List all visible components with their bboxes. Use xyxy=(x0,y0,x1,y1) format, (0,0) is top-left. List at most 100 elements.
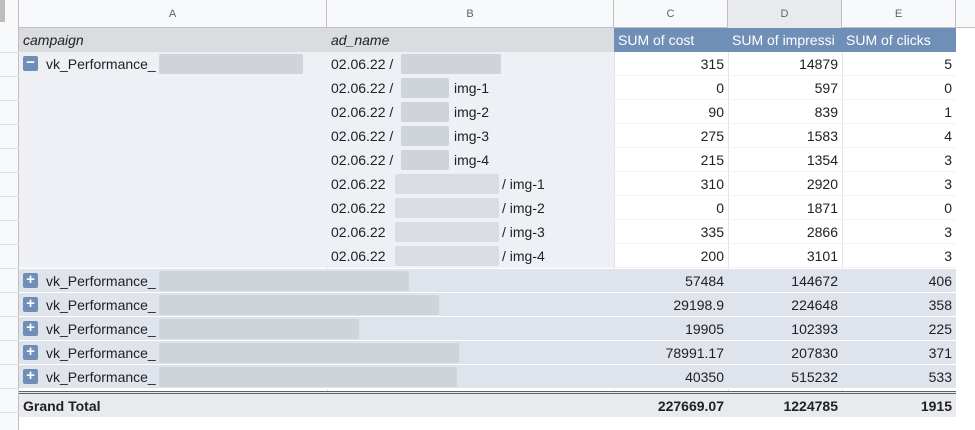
collapse-toggle-icon[interactable]: − xyxy=(23,55,38,71)
row-separator xyxy=(0,196,19,197)
impressions-cell[interactable]: 144672 xyxy=(728,269,842,293)
impressions-cell[interactable]: 1871 xyxy=(728,196,842,220)
redacted-text xyxy=(159,54,303,74)
column-header-a[interactable]: A xyxy=(19,0,327,28)
clicks-cell[interactable]: 0 xyxy=(842,196,956,220)
cost-cell[interactable]: 215 xyxy=(614,148,728,172)
impressions-cell[interactable]: 515232 xyxy=(728,365,842,389)
ad-name-cell[interactable]: 02.06.22 / img-3 xyxy=(327,124,614,148)
pivot-detail-row: 02.06.22 / img-1 310 2920 3 xyxy=(19,172,956,196)
campaign-cell[interactable] xyxy=(19,148,327,172)
expand-toggle-icon[interactable]: + xyxy=(23,344,38,360)
redacted-text xyxy=(159,343,459,363)
clicks-cell[interactable]: 1 xyxy=(842,100,956,124)
clicks-cell[interactable]: 4 xyxy=(842,124,956,148)
impressions-cell[interactable]: 2866 xyxy=(728,220,842,244)
expand-toggle-icon[interactable]: + xyxy=(23,368,38,384)
sum-clicks-header[interactable]: SUM of clicks xyxy=(842,28,956,52)
clicks-cell[interactable]: 406 xyxy=(842,269,956,293)
campaign-cell[interactable]: + vk_Performance_ xyxy=(19,269,614,293)
campaign-header[interactable]: campaign xyxy=(19,28,327,52)
campaign-label: vk_Performance_ xyxy=(46,345,156,361)
impressions-cell[interactable]: 207830 xyxy=(728,341,842,365)
cost-cell[interactable]: 90 xyxy=(614,100,728,124)
cost-cell[interactable]: 40350 xyxy=(614,365,728,389)
ad-name-cell[interactable]: 02.06.22 / img-4 xyxy=(327,148,614,172)
impressions-cell[interactable]: 14879 xyxy=(728,52,842,76)
campaign-cell[interactable] xyxy=(19,100,327,124)
cost-cell[interactable]: 310 xyxy=(614,172,728,196)
redacted-text xyxy=(401,78,449,98)
pivot-detail-row: 02.06.22 / img-4 200 3101 3 xyxy=(19,244,956,268)
campaign-cell[interactable]: + vk_Performance_ xyxy=(19,317,614,341)
column-header-c[interactable]: C xyxy=(614,0,728,28)
impressions-cell[interactable]: 1583 xyxy=(728,124,842,148)
ad-name-cell[interactable]: 02.06.22 / img-2 xyxy=(327,196,614,220)
campaign-cell[interactable] xyxy=(19,220,327,244)
cost-cell[interactable]: 29198.9 xyxy=(614,293,728,317)
clicks-cell[interactable]: 3 xyxy=(842,244,956,268)
impressions-cell[interactable]: 3101 xyxy=(728,244,842,268)
grand-total-label[interactable]: Grand Total xyxy=(19,394,614,418)
cost-cell[interactable]: 315 xyxy=(614,52,728,76)
clicks-cell[interactable]: 371 xyxy=(842,341,956,365)
ad-name-cell[interactable]: 02.06.22 / img-4 xyxy=(327,244,614,268)
clicks-cell[interactable]: 3 xyxy=(842,172,956,196)
cost-cell[interactable]: 200 xyxy=(614,244,728,268)
row-separator xyxy=(0,268,19,269)
clicks-cell[interactable]: 3 xyxy=(842,220,956,244)
clicks-cell[interactable]: 3 xyxy=(842,148,956,172)
clicks-cell[interactable]: 358 xyxy=(842,293,956,317)
ad-date: 02.06.22 xyxy=(331,176,386,192)
campaign-cell[interactable] xyxy=(19,244,327,268)
column-header-e[interactable]: E xyxy=(842,0,956,28)
ad-name-cell[interactable]: 02.06.22 / img-1 xyxy=(327,172,614,196)
expand-toggle-icon[interactable]: + xyxy=(23,296,38,312)
impressions-cell[interactable]: 2920 xyxy=(728,172,842,196)
impressions-cell[interactable]: 597 xyxy=(728,76,842,100)
cost-cell[interactable]: 0 xyxy=(614,196,728,220)
grand-total-clicks[interactable]: 1915 xyxy=(842,394,956,418)
sum-impressions-header[interactable]: SUM of impressi xyxy=(728,28,842,52)
cost-cell[interactable]: 19905 xyxy=(614,317,728,341)
clicks-cell[interactable]: 0 xyxy=(842,76,956,100)
column-header-b[interactable]: B xyxy=(327,0,614,28)
impressions-cell[interactable]: 224648 xyxy=(728,293,842,317)
clicks-cell[interactable]: 533 xyxy=(842,365,956,389)
campaign-cell[interactable] xyxy=(19,76,327,100)
expand-toggle-icon[interactable]: + xyxy=(23,272,38,288)
grand-total-impressions[interactable]: 1224785 xyxy=(728,394,842,418)
expand-toggle-icon[interactable]: + xyxy=(23,320,38,336)
ad-name-cell[interactable]: 02.06.22 / img-1 xyxy=(327,76,614,100)
cost-cell[interactable]: 275 xyxy=(614,124,728,148)
campaign-cell[interactable]: + vk_Performance_ xyxy=(19,341,614,365)
campaign-cell[interactable] xyxy=(19,196,327,220)
impressions-cell[interactable]: 1354 xyxy=(728,148,842,172)
clicks-cell[interactable]: 5 xyxy=(842,52,956,76)
campaign-label: vk_Performance_ xyxy=(46,56,156,72)
ad-suffix: / img-4 xyxy=(502,248,545,264)
cost-cell[interactable]: 335 xyxy=(614,220,728,244)
impressions-cell[interactable]: 839 xyxy=(728,100,842,124)
ad-name-cell[interactable]: 02.06.22 / xyxy=(327,52,614,76)
column-header-d[interactable]: D xyxy=(728,0,842,28)
clicks-cell[interactable]: 225 xyxy=(842,317,956,341)
campaign-cell[interactable] xyxy=(19,124,327,148)
grand-total-cost[interactable]: 227669.07 xyxy=(614,394,728,418)
cost-cell[interactable]: 0 xyxy=(614,76,728,100)
redacted-text xyxy=(395,174,499,194)
redacted-text xyxy=(401,102,449,122)
campaign-cell[interactable]: − vk_Performance_ xyxy=(19,52,327,76)
cost-cell[interactable]: 57484 xyxy=(614,269,728,293)
select-all-corner[interactable] xyxy=(0,0,19,28)
sum-cost-header[interactable]: SUM of cost xyxy=(614,28,728,52)
ad-name-header[interactable]: ad_name xyxy=(327,28,614,52)
campaign-cell[interactable]: + vk_Performance_ xyxy=(19,365,614,389)
ad-name-cell[interactable]: 02.06.22 / img-3 xyxy=(327,220,614,244)
ad-suffix: img-2 xyxy=(454,104,490,120)
ad-name-cell[interactable]: 02.06.22 / img-2 xyxy=(327,100,614,124)
impressions-cell[interactable]: 102393 xyxy=(728,317,842,341)
campaign-cell[interactable] xyxy=(19,172,327,196)
cost-cell[interactable]: 78991.17 xyxy=(614,341,728,365)
campaign-cell[interactable]: + vk_Performance_ xyxy=(19,293,614,317)
